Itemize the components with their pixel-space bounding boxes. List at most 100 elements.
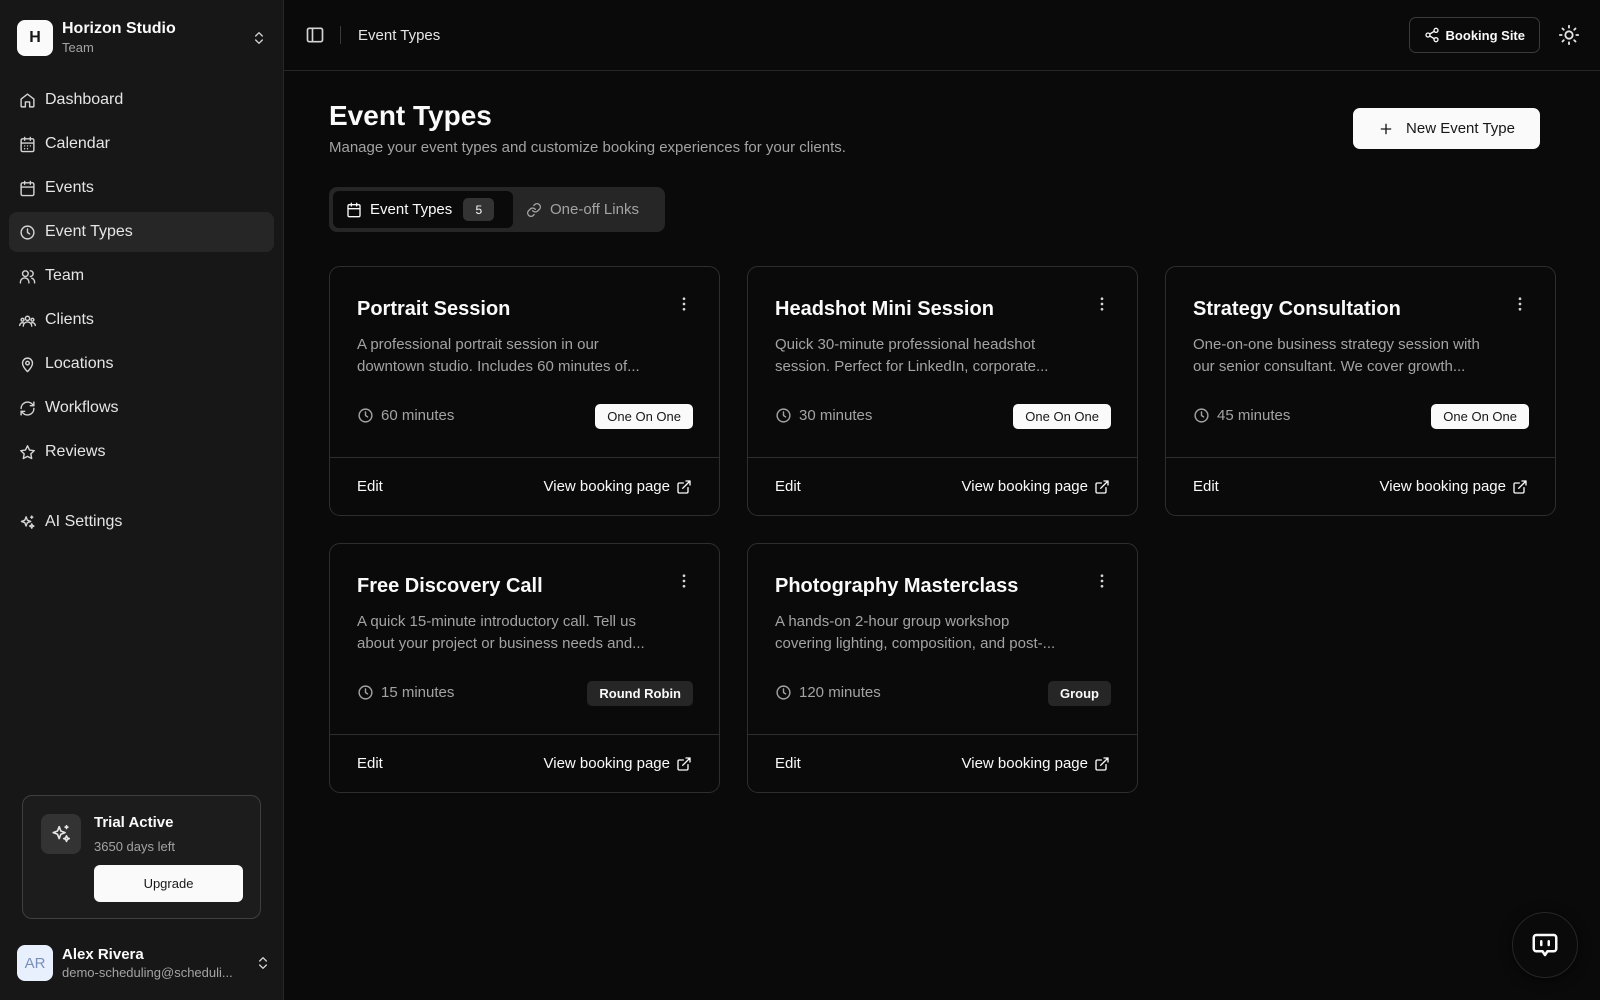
- card-footer: Edit View booking page: [330, 734, 719, 792]
- event-type-grid: Portrait Session A professional portrait…: [329, 266, 1556, 793]
- edit-button[interactable]: Edit: [1193, 478, 1219, 495]
- trial-title: Trial Active: [94, 814, 174, 831]
- view-booking-page-link[interactable]: View booking page: [962, 755, 1111, 772]
- card-footer: Edit View booking page: [1166, 457, 1555, 515]
- event-kind-badge: One On One: [1431, 404, 1529, 429]
- view-booking-page-label: View booking page: [961, 478, 1089, 495]
- booking-site-button[interactable]: Booking Site: [1408, 17, 1540, 53]
- view-booking-page-label: View booking page: [961, 755, 1089, 772]
- tab-event-types[interactable]: Event Types 5: [333, 191, 513, 228]
- team-subtitle: Team: [62, 40, 94, 55]
- sidebar-item-ai-settings[interactable]: AI Settings: [9, 502, 274, 542]
- more-vertical-icon[interactable]: [1093, 295, 1111, 313]
- sidebar-item-reviews[interactable]: Reviews: [9, 432, 274, 472]
- page-title: Event Types: [329, 100, 492, 131]
- sidebar-item-label: Team: [45, 267, 85, 284]
- card-description-line: A quick 15-minute introductory call. Tel…: [357, 613, 637, 630]
- team-text: Horizon Studio Team: [62, 19, 251, 57]
- card-description-line: Quick 30-minute professional headshot: [775, 336, 1036, 353]
- card-description: A professional portrait session in our d…: [357, 334, 677, 378]
- card-footer: Edit View booking page: [330, 457, 719, 515]
- tabs: Event Types 5 One-off Links: [329, 187, 665, 232]
- card-description: Quick 30-minute professional headshot se…: [775, 334, 1095, 378]
- chat-button[interactable]: [1512, 912, 1578, 978]
- panel-left-icon[interactable]: [305, 25, 325, 45]
- more-vertical-icon[interactable]: [675, 295, 693, 313]
- card-footer: Edit View booking page: [748, 457, 1137, 515]
- sidebar-item-dashboard[interactable]: Dashboard: [9, 80, 274, 120]
- event-type-card: Photography Masterclass A hands-on 2-hou…: [747, 543, 1138, 793]
- trial-card: Trial Active 3650 days left Upgrade: [22, 795, 261, 919]
- card-duration: 30 minutes: [775, 407, 872, 424]
- sidebar-item-calendar[interactable]: Calendar: [9, 124, 274, 164]
- share-icon: [1424, 27, 1439, 43]
- users-icon: [19, 269, 36, 284]
- trial-days-left: 3650 days left: [94, 839, 175, 854]
- link-icon: [527, 202, 541, 217]
- event-type-card: Free Discovery Call A quick 15-minute in…: [329, 543, 720, 793]
- sparkles-icon: [20, 514, 35, 529]
- more-vertical-icon[interactable]: [1093, 572, 1111, 590]
- home-icon: [20, 92, 35, 108]
- event-kind-badge: Group: [1048, 681, 1111, 706]
- view-booking-page-link[interactable]: View booking page: [1380, 478, 1529, 495]
- map-pin-icon: [21, 356, 34, 372]
- card-title: Free Discovery Call: [357, 575, 543, 597]
- edit-button[interactable]: Edit: [357, 478, 383, 495]
- contacts-icon: [19, 315, 36, 327]
- view-booking-page-label: View booking page: [543, 478, 671, 495]
- view-booking-page-link[interactable]: View booking page: [962, 478, 1111, 495]
- team-switcher[interactable]: H Horizon Studio Team: [0, 0, 283, 72]
- external-link-icon: [677, 479, 691, 494]
- page-description: Manage your event types and customize bo…: [329, 139, 846, 156]
- card-title: Portrait Session: [357, 298, 511, 320]
- main: Event Types Booking Site Event Types Man…: [284, 0, 1600, 1000]
- more-vertical-icon[interactable]: [1511, 295, 1529, 313]
- view-booking-page-label: View booking page: [1379, 478, 1507, 495]
- sidebar-item-label: Workflows: [45, 399, 119, 416]
- new-event-type-button[interactable]: New Event Type: [1353, 108, 1540, 149]
- duration-text: 45 minutes: [1217, 407, 1291, 424]
- sidebar-item-label: Events: [45, 179, 94, 196]
- card-duration: 60 minutes: [357, 407, 454, 424]
- user-name: Alex Rivera: [62, 946, 144, 963]
- edit-button[interactable]: Edit: [775, 755, 801, 772]
- event-kind-badge: One On One: [595, 404, 693, 429]
- more-vertical-icon[interactable]: [675, 572, 693, 590]
- clock-icon: [358, 408, 373, 423]
- sidebar-item-workflows[interactable]: Workflows: [9, 388, 274, 428]
- sidebar-item-locations[interactable]: Locations: [9, 344, 274, 384]
- upgrade-button[interactable]: Upgrade: [94, 865, 243, 902]
- chevrons-up-down-icon: [255, 31, 263, 44]
- card-description: One-on-one business strategy session wit…: [1193, 334, 1513, 378]
- sidebar-item-team[interactable]: Team: [9, 256, 274, 296]
- sidebar-item-events[interactable]: Events: [9, 168, 274, 208]
- sidebar: H Horizon Studio Team Dashboard Calendar…: [0, 0, 284, 1000]
- star-icon: [20, 444, 35, 459]
- sidebar-item-event-types[interactable]: Event Types: [9, 212, 274, 252]
- duration-text: 15 minutes: [381, 684, 455, 701]
- edit-button[interactable]: Edit: [357, 755, 383, 772]
- event-type-card: Portrait Session A professional portrait…: [329, 266, 720, 516]
- edit-button[interactable]: Edit: [775, 478, 801, 495]
- card-duration: 45 minutes: [1193, 407, 1290, 424]
- user-email: demo-scheduling@scheduli...: [62, 965, 233, 980]
- tab-one-off-links[interactable]: One-off Links: [513, 191, 652, 228]
- sun-icon[interactable]: [1558, 24, 1580, 46]
- sidebar-item-label: Reviews: [45, 443, 106, 460]
- view-booking-page-link[interactable]: View booking page: [544, 755, 693, 772]
- sparkles-icon: [41, 814, 81, 854]
- sidebar-item-label: AI Settings: [45, 513, 123, 530]
- card-description-line: about your project or business needs and…: [357, 635, 645, 652]
- external-link-icon: [1513, 479, 1527, 494]
- clock-icon: [776, 408, 791, 423]
- sidebar-item-clients[interactable]: Clients: [9, 300, 274, 340]
- user-menu[interactable]: AR Alex Rivera demo-scheduling@scheduli.…: [17, 943, 271, 983]
- event-kind-badge: One On One: [1013, 404, 1111, 429]
- sidebar-item-label: Calendar: [45, 135, 110, 152]
- view-booking-page-link[interactable]: View booking page: [544, 478, 693, 495]
- team-name: Horizon Studio: [62, 20, 176, 37]
- team-logo: H: [17, 20, 53, 56]
- tab-label: Event Types: [370, 201, 453, 218]
- sidebar-item-label: Locations: [45, 355, 114, 372]
